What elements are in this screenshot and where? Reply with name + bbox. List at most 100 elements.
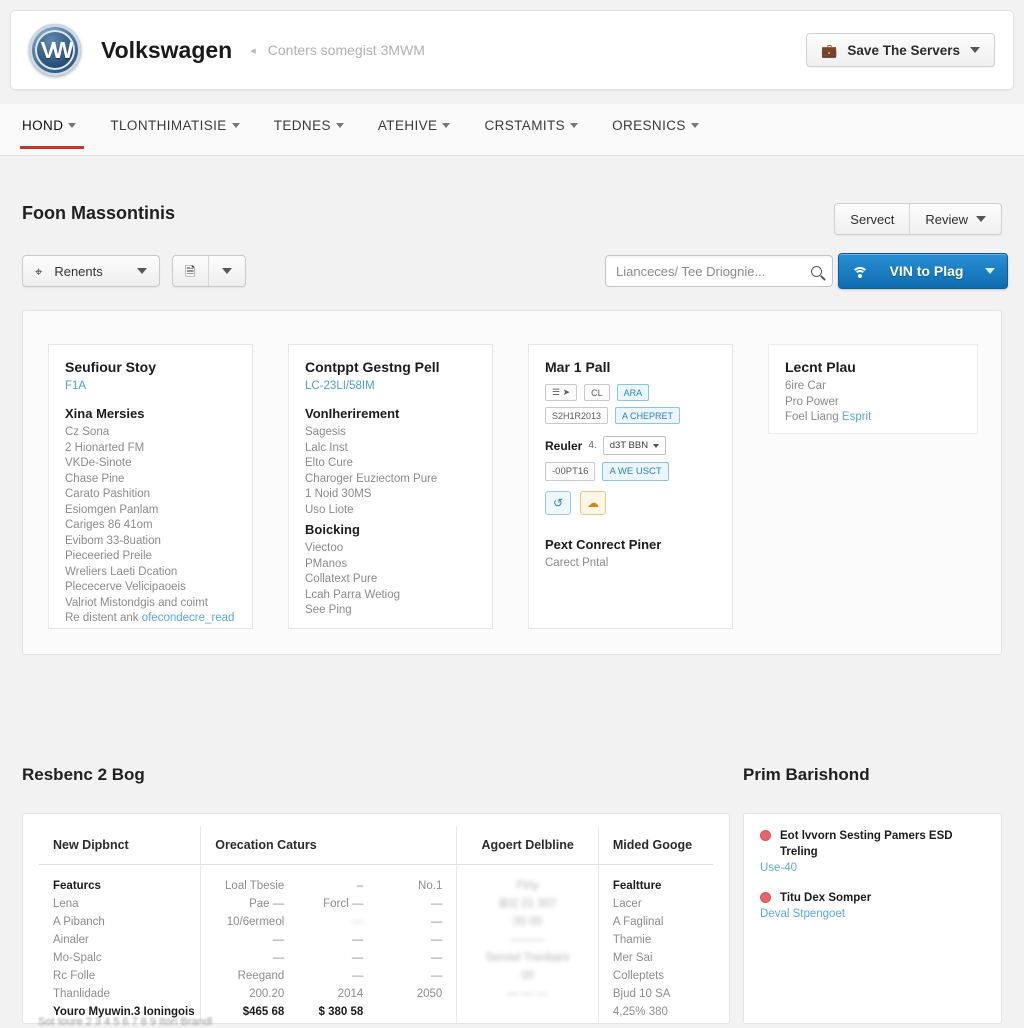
card-mar-1-pall: Mar 1 Pall ☰ ➤ CL ARA S2H1R2013 A CHEPRE…: [528, 344, 733, 629]
list-item: Lalc Inst: [305, 441, 348, 454]
reuler-select[interactable]: d3T BBN: [602, 436, 667, 455]
inline-link[interactable]: ofecondecre_read: [142, 612, 235, 624]
table-cell-agoert: Flrty $02.31 307 00 00 ——— Serviel Trenb…: [456, 864, 599, 1023]
list-item: Elto Cure: [305, 457, 353, 469]
cell-line: 2014: [337, 988, 364, 1000]
list-item: Cariges 86 41om: [65, 519, 153, 531]
vin-to-plag-button[interactable]: VIN to Plag: [838, 253, 1008, 289]
vw-logo-mark: VW: [40, 36, 73, 63]
nav-item-tlonthimatisie[interactable]: TLONTHIMATISIE: [110, 118, 240, 149]
reuler-select-value: d3T BBN: [609, 440, 649, 451]
column-header-mided-googe[interactable]: Mided Googe: [598, 826, 713, 865]
column-header-agoert-delbline[interactable]: Agoert Delbline: [456, 826, 599, 865]
search-box[interactable]: [605, 255, 833, 287]
briefcase-icon: 💼: [821, 42, 838, 58]
column-header-orecation-caturs[interactable]: Orecation Caturs: [200, 826, 458, 865]
list-item: 6ire Car: [785, 380, 826, 392]
numeric-row: 10/6ermeol — —: [215, 913, 443, 931]
cell-line: Lacer: [612, 898, 642, 910]
refresh-icon[interactable]: ↺: [545, 491, 571, 515]
column-header-new-dipbnct[interactable]: New Dipbnct: [39, 826, 202, 865]
reuler-row: Reuler 4. d3T BBN: [545, 436, 716, 455]
search-icon[interactable]: [811, 265, 822, 277]
numeric-row: Reegand — —: [215, 967, 443, 985]
list-item: PManos: [305, 557, 348, 570]
review-button[interactable]: Review: [910, 204, 1001, 234]
chip[interactable]: -00PT16: [545, 462, 596, 481]
inline-link[interactable]: Esprit: [842, 411, 871, 423]
nav-item-label: ATEHIVE: [377, 118, 438, 133]
cell-line: —: [430, 898, 443, 910]
cell-line: Flrty: [516, 880, 539, 892]
book-view-button[interactable]: 🗎: [173, 256, 209, 286]
chevron-down-icon: [68, 123, 77, 128]
cell-total: $465 68: [242, 1006, 285, 1018]
chip[interactable]: CL: [584, 384, 610, 401]
renents-button[interactable]: ⌖ Renents: [22, 255, 160, 287]
chip-row-2: S2H1R2013 A CHEPRET: [545, 407, 716, 424]
search-input[interactable]: [616, 263, 811, 279]
reuler-number: 4.: [588, 440, 597, 451]
cell-line: 200.20: [249, 988, 285, 1000]
chip[interactable]: ARA: [616, 384, 650, 401]
review-label: Review: [925, 211, 968, 227]
nav-item-oresnics[interactable]: ORESNICS: [612, 118, 699, 149]
cloud-icon[interactable]: ☁: [580, 491, 606, 515]
card-link[interactable]: F1A: [65, 380, 236, 392]
chip[interactable]: ☰ ➤: [545, 384, 578, 401]
numeric-row: Loal Tbesie – No.1: [215, 877, 442, 895]
chip[interactable]: S2H1R2013: [545, 407, 609, 424]
table-row: Featurcs Lena A Pibanch Ainaler Mo-Spalc…: [39, 864, 713, 1023]
list-item-with-link: Re distent ank ofecondecre_read: [65, 611, 236, 627]
list-item: Evibom 33-8uation: [65, 534, 161, 547]
card-title: Contppt Gestng Pell: [305, 359, 440, 375]
nav-item-atehive[interactable]: ATEHIVE: [378, 118, 451, 149]
vin-to-plag-label: VIN to Plag: [889, 263, 964, 279]
chip[interactable]: A WE USCT: [602, 462, 669, 481]
list-item: Uso Liote: [305, 503, 354, 516]
chevron-down-icon: [985, 268, 995, 274]
collapse-caret-icon[interactable]: ◂: [250, 44, 256, 57]
chevron-down-icon: [335, 123, 344, 128]
card-link[interactable]: LC-23LI/58IM: [305, 380, 476, 392]
nav-item-tednes[interactable]: TEDNES: [274, 118, 344, 149]
cell-line: Lena: [53, 898, 79, 910]
alert-item[interactable]: Titu Dex Somper Deval Stpengoet: [760, 890, 985, 920]
cell-line: Ainaler: [53, 934, 89, 946]
list-item: Valriot Mistondgis and coimt: [65, 596, 208, 609]
table-cell-features: Featurcs Lena A Pibanch Ainaler Mo-Spalc…: [39, 864, 202, 1023]
card-title: Lecnt Plau: [785, 359, 856, 375]
cell-line: Forcl —: [323, 898, 364, 910]
chevron-down-icon: [653, 443, 660, 448]
card-subtitle-note: Carect Pntal: [545, 557, 609, 569]
cell-line: 00 00: [513, 916, 543, 928]
brand-title: Volkswagen: [101, 36, 233, 63]
filter-icon: ⌖: [35, 263, 43, 279]
nav-item-crstamits[interactable]: CRSTAMITS: [484, 118, 579, 149]
chip[interactable]: A CHEPRET: [615, 407, 681, 424]
cell-line: Serviel Trenbars: [485, 952, 570, 964]
alert-dot-icon: [760, 830, 771, 841]
save-the-servers-button[interactable]: 💼 Save The Servers: [806, 33, 995, 67]
cards-panel: Seufiour Stoy F1A Xina Mersies Cz Sona 2…: [22, 310, 1002, 655]
chevron-down-icon: [231, 123, 240, 128]
cell-line: 4,25% 380: [612, 1006, 668, 1018]
cell-line: ———: [510, 934, 545, 946]
chip-row-1: ☰ ➤ CL ARA: [545, 384, 716, 401]
view-mode-dropdown-button[interactable]: [209, 256, 245, 286]
cell-spacer: [373, 1003, 442, 1021]
cell-line: Rc Folle: [53, 970, 96, 982]
nav-item-hond[interactable]: HOND: [19, 118, 85, 149]
chevron-down-icon: [976, 216, 986, 222]
cell-line: 00: [521, 970, 535, 982]
list-item: Viectoo: [305, 542, 344, 554]
card-subtitle-2: Boicking: [305, 522, 360, 537]
alert-link[interactable]: Use-40: [760, 862, 985, 874]
alert-link[interactable]: Deval Stpengoet: [760, 908, 985, 920]
page-title: Foon Massontinis: [22, 203, 175, 223]
alert-item[interactable]: Eot lvvorn Sesting Pamers ESD Treling Us…: [760, 828, 985, 874]
footer-text: Sot Ioure 2 3 4 5 6 7 8 9 Iton Brandl: [38, 1016, 213, 1028]
alert-head: Eot lvvorn Sesting Pamers ESD Treling: [760, 828, 985, 860]
servect-button[interactable]: Servect: [835, 204, 911, 234]
list-item: Collatext Pure: [305, 573, 378, 585]
